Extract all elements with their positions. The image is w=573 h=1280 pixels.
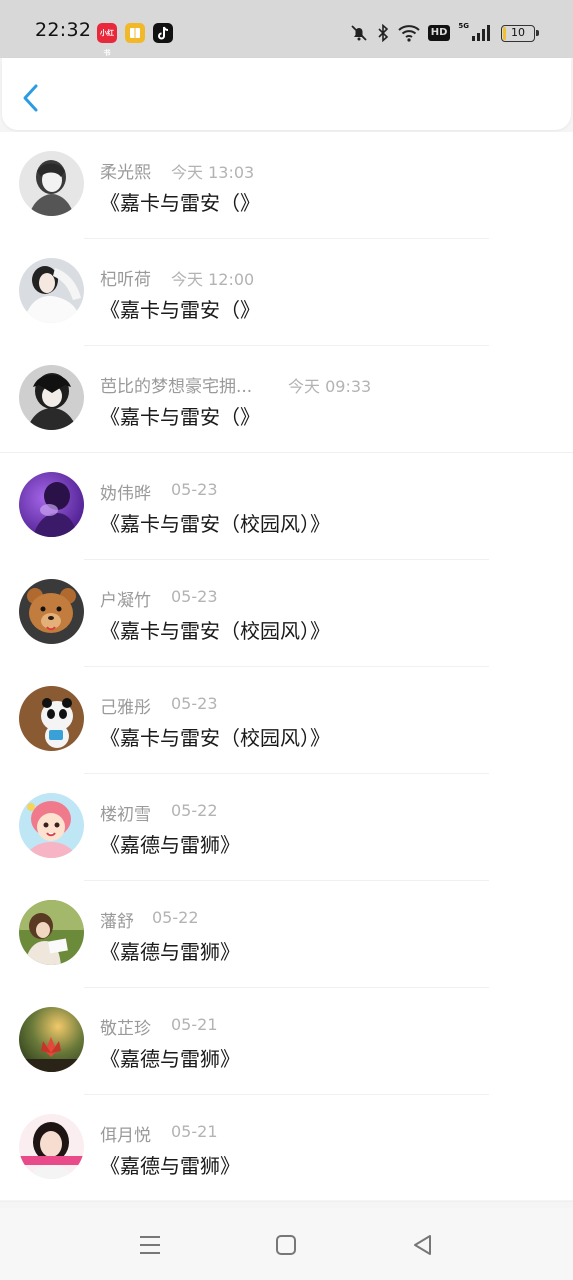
divider [0,1201,573,1202]
post-time: 今天 12:00 [171,270,255,289]
post-title: 《嘉卡与雷安（校园风）》 [100,512,330,536]
status-icons: HD 5G 10 [350,22,539,44]
list-item[interactable]: 佴月悦 05-21 《嘉德与雷狮》 [0,1095,573,1202]
post-time: 今天 09:33 [288,377,372,396]
avatar[interactable] [19,258,84,323]
post-title: 《嘉德与雷狮》 [100,940,240,964]
avatar[interactable] [19,365,84,430]
network-gen-label: 5G [458,22,469,30]
wifi-icon [398,25,420,42]
post-time: 05-23 [171,587,218,606]
menu-button[interactable] [135,1230,165,1260]
post-title: 《嘉德与雷狮》 [100,833,240,857]
system-nav-bar [0,1208,573,1280]
avatar[interactable] [19,900,84,965]
post-title: 《嘉卡与雷安（校园风）》 [100,726,330,750]
post-time: 05-21 [171,1015,218,1034]
avatar[interactable] [19,793,84,858]
list-item[interactable]: 藩舒 05-22 《嘉德与雷狮》 [0,881,573,988]
author-name: 佴月悦 [100,1126,151,1146]
status-bar: 22:32 小红书 HD 5G 10 [0,0,573,58]
signal-icon [472,25,490,41]
author-name: 己雅彤 [100,698,151,718]
douyin-app-icon [153,23,173,43]
avatar[interactable] [19,579,84,644]
post-title: 《嘉卡与雷安（》 [100,405,260,429]
xiaohongshu-app-icon: 小红书 [97,23,117,57]
author-name: 妫伟晔 [100,484,151,504]
mute-bell-icon [351,25,367,41]
author-name: 杞听荷 [100,270,151,290]
post-title: 《嘉卡与雷安（》 [100,191,260,215]
avatar[interactable] [19,151,84,216]
list-item[interactable]: 楼初雪 05-22 《嘉德与雷狮》 [0,774,573,881]
top-nav-header [2,58,571,130]
post-title: 《嘉德与雷狮》 [100,1047,240,1071]
author-name: 户凝竹 [100,591,151,611]
post-time: 今天 13:03 [171,163,255,182]
author-name: 敬芷珍 [100,1019,151,1039]
back-button[interactable] [16,78,48,118]
list-item[interactable]: 敬芷珍 05-21 《嘉德与雷狮》 [0,988,573,1095]
author-name: 藩舒 [100,912,134,932]
post-title: 《嘉卡与雷安（校园风）》 [100,619,330,643]
list-item[interactable]: 柔光熙 今天 13:03 《嘉卡与雷安（》 [0,132,573,239]
message-list: 柔光熙 今天 13:03 《嘉卡与雷安（》 杞听荷 今天 12:00 《嘉卡与雷… [0,132,573,1202]
status-time: 22:32 [35,19,92,41]
avatar[interactable] [19,686,84,751]
post-title: 《嘉卡与雷安（》 [100,298,260,322]
back-triangle-icon [414,1235,431,1255]
bluetooth-icon [378,24,388,42]
post-time: 05-21 [171,1122,218,1141]
battery-level: 10 [511,25,525,39]
post-time: 05-23 [171,694,218,713]
list-item[interactable]: 杞听荷 今天 12:00 《嘉卡与雷安（》 [0,239,573,346]
home-button[interactable] [271,1230,301,1260]
avatar[interactable] [19,1114,84,1179]
list-item[interactable]: 芭比的梦想豪宅拥... 今天 09:33 《嘉卡与雷安（》 [0,346,573,453]
battery-icon: 10 [501,24,539,42]
reader-app-icon [125,23,145,43]
post-time: 05-22 [152,908,199,927]
hd-indicator: HD [427,25,451,41]
author-name: 柔光熙 [100,163,151,183]
back-nav-button[interactable] [408,1230,438,1260]
list-item[interactable]: 户凝竹 05-23 《嘉卡与雷安（校园风）》 [0,560,573,667]
list-item[interactable]: 己雅彤 05-23 《嘉卡与雷安（校园风）》 [0,667,573,774]
avatar[interactable] [19,1007,84,1072]
author-name: 芭比的梦想豪宅拥... [100,377,253,397]
battery-tip [536,29,539,36]
home-square-icon [276,1235,296,1255]
post-time: 05-23 [171,480,218,499]
avatar[interactable] [19,472,84,537]
post-title: 《嘉德与雷狮》 [100,1154,240,1178]
list-item[interactable]: 妫伟晔 05-23 《嘉卡与雷安（校园风）》 [0,453,573,560]
author-name: 楼初雪 [100,805,151,825]
post-time: 05-22 [171,801,218,820]
menu-icon [140,1236,160,1254]
chevron-left-icon [23,84,38,112]
